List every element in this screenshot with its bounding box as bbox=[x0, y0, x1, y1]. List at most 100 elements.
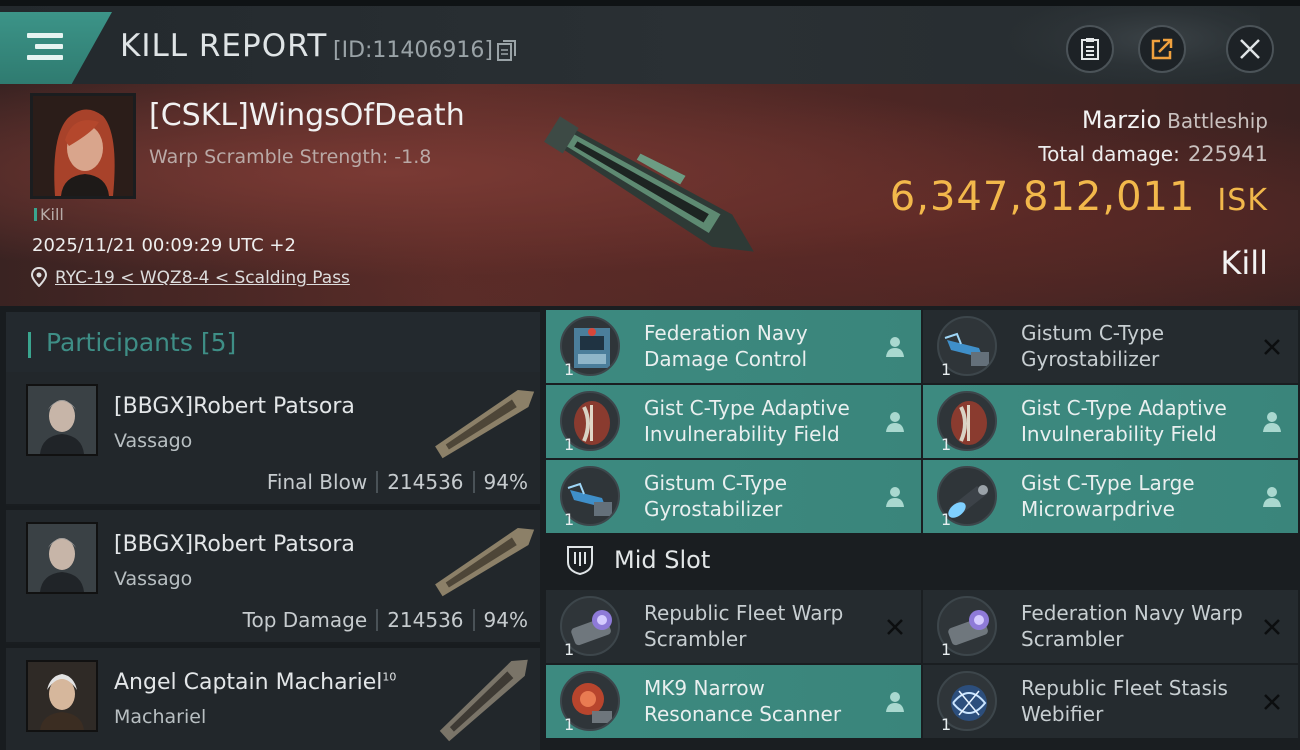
victim-ship: Marzio Battleship bbox=[1082, 106, 1268, 134]
module-name: Gistum C-Type Gyrostabilizer bbox=[644, 471, 788, 521]
hamburger-icon bbox=[27, 33, 63, 63]
participant-ship: Vassago bbox=[114, 568, 193, 590]
stat-divider bbox=[376, 471, 379, 493]
stat-divider bbox=[472, 471, 475, 493]
avatar[interactable] bbox=[26, 660, 98, 732]
module-name: Gistum C-Type Gyrostabilizer bbox=[1021, 321, 1165, 371]
kill-tag-label: Kill bbox=[40, 205, 64, 224]
kill-timestamp: 2025/11/21 00:09:29 UTC +2 bbox=[32, 235, 296, 256]
fitting-panel: 1 Federation Navy Damage Control 1 Gistu… bbox=[540, 306, 1300, 750]
participant-percent: 94% bbox=[483, 470, 528, 494]
destroyed-x-icon bbox=[1264, 694, 1280, 710]
participant-tag: Final Blow bbox=[266, 470, 368, 494]
module-name: Gist C-Type Adaptive Invulnerability Fie… bbox=[644, 396, 850, 446]
module-item[interactable]: 1 Republic Fleet Warp Scrambler bbox=[546, 590, 921, 663]
module-name: Gist C-Type Adaptive Invulnerability Fie… bbox=[1021, 396, 1227, 446]
participant-row[interactable]: [BBGX]Robert Patsora Vassago Top Damage 2… bbox=[6, 510, 540, 644]
mid-slot-label: Mid Slot bbox=[614, 546, 711, 574]
participant-row[interactable]: Angel Captain Machariel10 Machariel bbox=[6, 648, 540, 750]
module-item[interactable]: 1 Gist C-Type Adaptive Invulnerability F… bbox=[546, 385, 921, 458]
participant-ship-image bbox=[439, 659, 528, 742]
module-name: Federation Navy Warp Scrambler bbox=[1021, 601, 1243, 651]
participant-percent: 94% bbox=[483, 608, 528, 632]
module-quantity: 1 bbox=[564, 510, 575, 529]
module-item[interactable]: 1 Federation Navy Warp Scrambler bbox=[923, 590, 1298, 663]
clipboard-button[interactable] bbox=[1066, 25, 1114, 73]
share-button[interactable] bbox=[1138, 25, 1186, 73]
mid-slot-icon bbox=[567, 546, 593, 576]
total-damage-label: Total damage: bbox=[1038, 142, 1180, 166]
close-button[interactable] bbox=[1226, 25, 1274, 73]
module-quantity: 1 bbox=[564, 360, 575, 379]
participants-header-marker bbox=[28, 332, 31, 358]
person-icon bbox=[886, 412, 904, 432]
victim-ship-name[interactable]: Marzio bbox=[1082, 106, 1161, 134]
menu-button[interactable] bbox=[0, 12, 112, 84]
module-quantity: 1 bbox=[564, 715, 575, 734]
isk-amount: 6,347,812,011 bbox=[889, 174, 1196, 220]
total-damage: Total damage: 225941 bbox=[1038, 142, 1268, 166]
isk-unit: ISK bbox=[1217, 183, 1268, 218]
kill-report-window: KILL REPORT [ID:11406916] [CSKL]WingsOfD… bbox=[0, 0, 1300, 750]
participants-title: Participants [5] bbox=[46, 328, 236, 357]
participant-ship: Machariel bbox=[114, 706, 207, 728]
share-icon bbox=[1151, 38, 1173, 60]
copy-icon[interactable] bbox=[497, 40, 517, 62]
participant-avatar-image bbox=[28, 524, 96, 592]
module-quantity: 1 bbox=[941, 715, 952, 734]
module-item[interactable]: 1 Gist C-Type Adaptive Invulnerability F… bbox=[923, 385, 1298, 458]
module-item[interactable]: 1 Gist C-Type Large Microwarpdrive bbox=[923, 460, 1298, 533]
avatar[interactable] bbox=[26, 522, 98, 594]
participant-ship-image bbox=[435, 527, 535, 597]
avatar[interactable] bbox=[26, 384, 98, 456]
module-quantity: 1 bbox=[564, 640, 575, 659]
kill-result-label: Kill bbox=[1220, 244, 1268, 282]
module-item[interactable]: 1 Federation Navy Damage Control bbox=[546, 310, 921, 383]
module-item[interactable]: 1 MK9 Narrow Resonance Scanner bbox=[546, 665, 921, 738]
total-damage-value: 225941 bbox=[1187, 142, 1268, 166]
participant-name[interactable]: [BBGX]Robert Patsora bbox=[114, 532, 355, 557]
module-name: Gist C-Type Large Microwarpdrive bbox=[1021, 471, 1195, 521]
participant-avatar-image bbox=[28, 662, 96, 730]
participant-name[interactable]: Angel Captain Machariel10 bbox=[114, 670, 396, 695]
victim-name[interactable]: [CSKL]WingsOfDeath bbox=[149, 98, 465, 133]
participant-damage: 214536 bbox=[387, 608, 464, 632]
person-icon bbox=[1263, 487, 1281, 507]
participant-row[interactable]: [BBGX]Robert Patsora Vassago Final Blow 2… bbox=[6, 372, 540, 506]
destroyed-x-icon bbox=[887, 619, 903, 635]
module-item[interactable]: 1 Gistum C-Type Gyrostabilizer bbox=[546, 460, 921, 533]
module-item[interactable]: 1 Gistum C-Type Gyrostabilizer bbox=[923, 310, 1298, 383]
participants-header[interactable]: Participants [5] bbox=[6, 312, 540, 372]
mid-slot-header: Mid Slot bbox=[546, 534, 1300, 586]
close-icon bbox=[1240, 39, 1260, 59]
victim-portrait[interactable] bbox=[30, 93, 136, 199]
isk-value: 6,347,812,011 ISK bbox=[890, 174, 1268, 220]
participants-count: [5] bbox=[200, 328, 237, 357]
participants-label: Participants bbox=[46, 328, 193, 357]
person-icon bbox=[886, 692, 904, 712]
destroyed-x-icon bbox=[1264, 339, 1280, 355]
module-name: MK9 Narrow Resonance Scanner bbox=[644, 676, 842, 726]
page-title: KILL REPORT bbox=[120, 28, 328, 64]
clipboard-icon bbox=[1081, 38, 1099, 60]
person-icon bbox=[886, 337, 904, 357]
destroyed-x-icon bbox=[1264, 619, 1280, 635]
module-name: Republic Fleet Warp Scrambler bbox=[644, 601, 844, 651]
victim-ship-image[interactable] bbox=[520, 110, 780, 280]
victim-avatar-image bbox=[33, 96, 133, 196]
participant-name[interactable]: [BBGX]Robert Patsora bbox=[114, 394, 355, 419]
module-item[interactable]: 1 Republic Fleet Stasis Webifier bbox=[923, 665, 1298, 738]
participant-avatar-image bbox=[28, 386, 96, 454]
module-quantity: 1 bbox=[564, 435, 575, 454]
stat-divider bbox=[376, 609, 379, 631]
module-name: Federation Navy Damage Control bbox=[644, 321, 808, 371]
header-background-art bbox=[1000, 6, 1260, 88]
participant-ship: Vassago bbox=[114, 430, 193, 452]
person-icon bbox=[886, 487, 904, 507]
module-quantity: 1 bbox=[941, 360, 952, 379]
kill-tag-marker bbox=[34, 208, 37, 221]
location-link[interactable]: RYC-19 < WQZ8-4 < Scalding Pass bbox=[55, 268, 350, 288]
stat-divider bbox=[472, 609, 475, 631]
participant-damage: 214536 bbox=[387, 470, 464, 494]
participant-stats: Final Blow 214536 94% bbox=[267, 470, 528, 494]
